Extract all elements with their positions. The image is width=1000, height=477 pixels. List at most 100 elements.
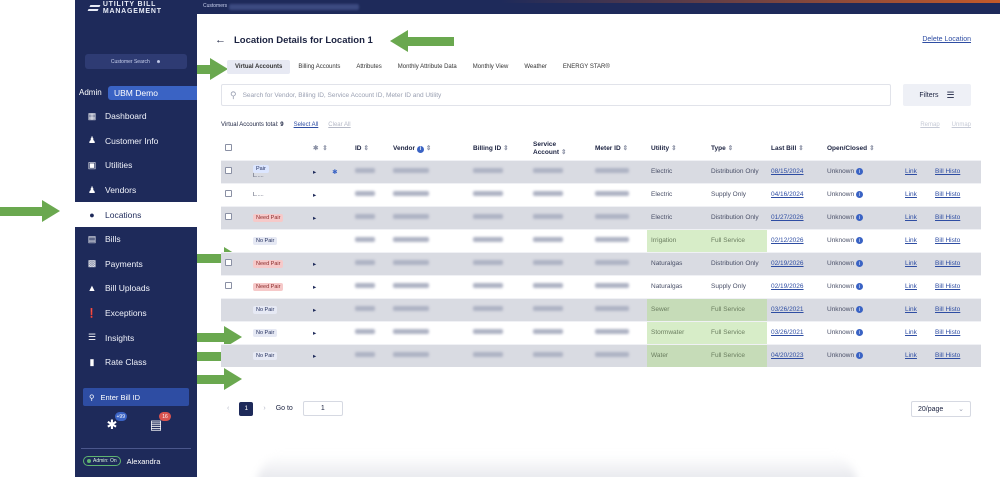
page-number-current[interactable]: 1 xyxy=(239,401,254,416)
header-service-account[interactable]: Service Account ⇕ xyxy=(529,137,591,160)
chevron-right-icon[interactable]: ▸ xyxy=(313,169,316,176)
header-checkbox[interactable] xyxy=(221,137,249,160)
pair-status-badge[interactable]: Need Pair xyxy=(253,259,284,268)
chevron-right-icon[interactable]: ▸ xyxy=(313,215,316,222)
breadcrumb[interactable]: Customers xyxy=(203,3,227,9)
pair-status-badge[interactable]: No Pair xyxy=(253,328,278,337)
table-row[interactable]: Need Pair ▸ Naturalgas Distribution Only 02/… xyxy=(221,251,981,275)
bill-history-link[interactable]: Bill Histo xyxy=(935,306,960,313)
tab-monthly-view[interactable]: Monthly View xyxy=(465,60,517,74)
sidebar-item-rate-class[interactable]: ▮ Rate Class xyxy=(75,350,197,375)
link-action[interactable]: Link xyxy=(905,306,917,313)
tab-energy-star[interactable]: ENERGY STAR® xyxy=(555,60,618,74)
last-bill-link[interactable]: 03/26/2021 xyxy=(771,329,804,336)
info-icon[interactable]: i xyxy=(856,191,864,198)
last-bill-link[interactable]: 02/12/2026 xyxy=(771,237,804,244)
select-all-link[interactable]: Select All xyxy=(294,122,319,128)
bill-id-search[interactable]: ⚲ Enter Bill ID xyxy=(83,388,189,406)
link-action[interactable]: Link xyxy=(905,260,917,267)
table-row[interactable]: L..... ▸ Electric Supply Only 04/16/2024 Unkn… xyxy=(221,182,981,206)
last-bill-link[interactable]: 04/16/2024 xyxy=(771,191,804,198)
info-icon[interactable]: i xyxy=(856,214,864,221)
table-row[interactable]: No Pair Irrigation Full Service 02/12/2026 U… xyxy=(221,228,981,252)
link-action[interactable]: Link xyxy=(905,283,917,290)
header-id[interactable]: ID ⇕ xyxy=(351,137,389,160)
sidebar-item-vendors[interactable]: ♟ Vendors xyxy=(75,178,197,203)
table-row[interactable]: No Pair ▸ Water Full Service 04/20/2023 Unkno… xyxy=(221,343,981,367)
sidebar-item-bills[interactable]: ▤ Bills xyxy=(75,227,197,252)
header-star[interactable]: ✱ ⇕ xyxy=(309,137,351,160)
goto-input[interactable]: 1 xyxy=(302,401,343,416)
table-search-input[interactable]: ⚲ Search for Vendor, Billing ID, Service… xyxy=(221,84,891,106)
chevron-right-icon[interactable]: ▸ xyxy=(313,353,316,360)
pair-status-badge[interactable]: No Pair xyxy=(253,305,278,314)
checkbox[interactable] xyxy=(225,259,232,266)
bill-history-link[interactable]: Bill Histo xyxy=(935,283,960,290)
link-action[interactable]: Link xyxy=(905,168,917,175)
next-page-icon[interactable]: › xyxy=(263,405,265,412)
last-bill-link[interactable]: 04/20/2023 xyxy=(771,352,804,359)
table-row[interactable]: No Pair ▸ Sewer Full Service 03/26/2021 Unkno… xyxy=(221,297,981,321)
checkbox[interactable] xyxy=(225,190,232,197)
header-open-closed[interactable]: Open/Closed ⇕ xyxy=(823,137,901,160)
chevron-right-icon[interactable]: ▸ xyxy=(313,307,316,314)
last-bill-link[interactable]: 08/15/2024 xyxy=(771,168,804,175)
back-arrow-icon[interactable]: ← xyxy=(215,34,226,46)
link-action[interactable]: Link xyxy=(905,329,917,336)
tab-billing-accounts[interactable]: Billing Accounts xyxy=(290,60,348,74)
sidebar-item-exceptions[interactable]: ❗ Exceptions xyxy=(75,301,197,326)
bill-history-link[interactable]: Bill Histo xyxy=(935,329,960,336)
bills-alert-button[interactable]: ▤ 16 xyxy=(147,412,171,434)
checkbox[interactable] xyxy=(225,143,232,151)
customer-search-button[interactable]: Customer Search ☻ xyxy=(85,54,187,69)
pair-status-badge[interactable]: Need Pair xyxy=(253,282,284,291)
chevron-right-icon[interactable]: ▸ xyxy=(313,192,316,199)
sidebar-item-insights[interactable]: ☰ Insights xyxy=(75,325,197,350)
bill-history-link[interactable]: Bill Histo xyxy=(935,191,960,198)
unmap-link[interactable]: Unmap xyxy=(952,122,971,128)
bill-history-link[interactable]: Bill Histo xyxy=(935,260,960,267)
notifications-button[interactable]: ✱ +99 xyxy=(103,412,127,434)
sidebar-item-customer-info[interactable]: ♟ Customer Info xyxy=(75,129,197,154)
org-selector[interactable]: UBM Demo xyxy=(108,85,197,100)
pair-status-badge[interactable]: Need Pair xyxy=(253,213,284,222)
sidebar-item-locations[interactable]: ● Locations xyxy=(75,202,201,227)
bill-history-link[interactable]: Bill Histo xyxy=(935,214,960,221)
link-action[interactable]: Link xyxy=(905,352,917,359)
link-action[interactable]: Link xyxy=(905,237,917,244)
info-icon[interactable]: i xyxy=(856,352,864,360)
table-row[interactable]: No Pair ▸ Stormwater Full Service 03/26/2021… xyxy=(221,320,981,344)
table-row[interactable]: Need Pair ▸ Naturalgas Supply Only 02/19/202… xyxy=(221,274,981,298)
sidebar-item-bill-uploads[interactable]: ▲ Bill Uploads xyxy=(75,276,197,301)
last-bill-link[interactable]: 02/19/2026 xyxy=(771,260,804,267)
info-icon[interactable]: i xyxy=(856,283,864,290)
sidebar-item-dashboard[interactable]: ▦ Dashboard xyxy=(75,104,197,129)
prev-page-icon[interactable]: ‹ xyxy=(227,405,229,412)
filters-button[interactable]: Filters ☰ xyxy=(903,84,971,106)
header-last-bill[interactable]: Last Bill ⇕ xyxy=(767,137,823,160)
tab-monthly-attribute-data[interactable]: Monthly Attribute Data xyxy=(390,60,465,74)
user-row[interactable]: Admin: On Alexandra xyxy=(83,456,160,466)
header-type[interactable]: Type ⇕ xyxy=(707,137,767,160)
info-icon[interactable]: i xyxy=(856,237,864,244)
chevron-right-icon[interactable]: ▸ xyxy=(313,284,316,291)
sidebar-item-utilities[interactable]: ▣ Utilities xyxy=(75,153,197,178)
checkbox[interactable] xyxy=(225,167,232,174)
header-vendor[interactable]: Vendor i ⇕ xyxy=(389,137,469,160)
header-billing-id[interactable]: Billing ID ⇕ xyxy=(469,137,529,160)
table-row[interactable]: Need Pair ▸ Electric Distribution Only 01/27… xyxy=(221,205,981,229)
info-icon[interactable]: i xyxy=(856,306,864,313)
tab-weather[interactable]: Weather xyxy=(516,60,555,74)
delete-location-link[interactable]: Delete Location xyxy=(922,36,971,43)
header-meter-id[interactable]: Meter ID ⇕ xyxy=(591,137,647,160)
pair-status-badge[interactable]: Pair xyxy=(253,164,269,173)
last-bill-link[interactable]: 03/26/2021 xyxy=(771,306,804,313)
table-row[interactable]: Pair L..... ▸ ✱ Electric Distribution Only 08… xyxy=(221,159,981,183)
link-action[interactable]: Link xyxy=(905,214,917,221)
chevron-right-icon[interactable]: ▸ xyxy=(313,261,316,268)
remap-link[interactable]: Remap xyxy=(920,122,939,128)
link-action[interactable]: Link xyxy=(905,191,917,198)
bill-history-link[interactable]: Bill Histo xyxy=(935,168,960,175)
info-icon[interactable]: i xyxy=(856,260,864,267)
header-utility[interactable]: Utility ⇕ xyxy=(647,137,707,160)
